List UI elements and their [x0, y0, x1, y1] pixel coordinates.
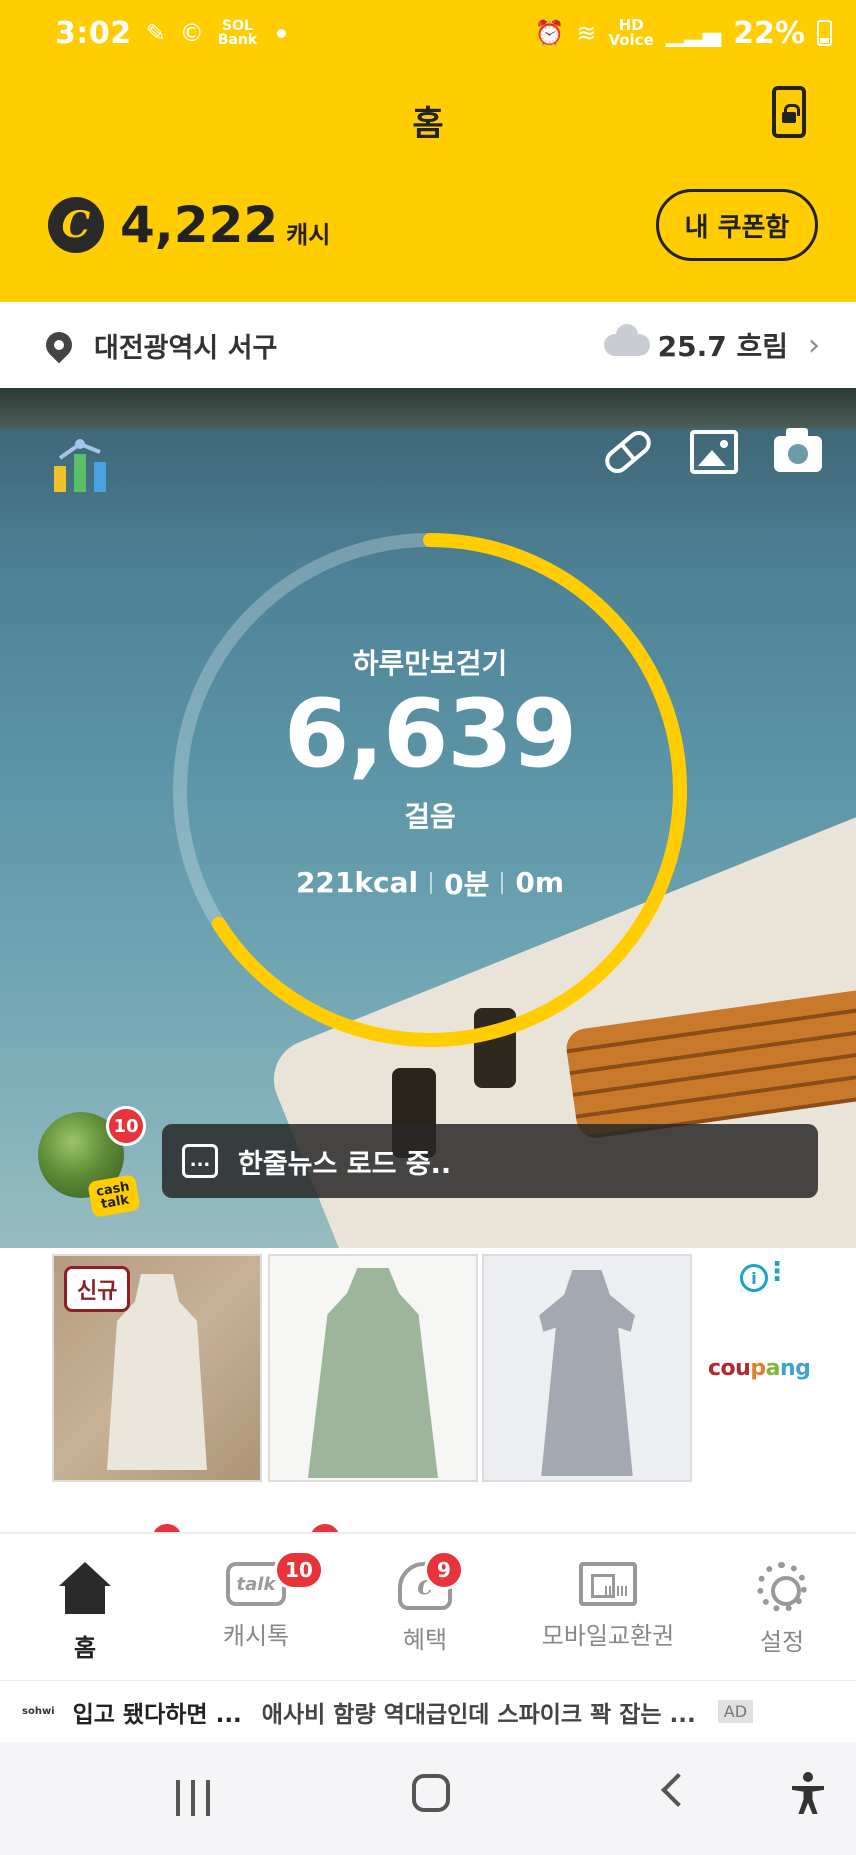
nav-label: 모바일교환권 [541, 1622, 675, 1650]
nav-label: 설정 [759, 1628, 805, 1656]
cashtalk-sticker-icon: cash talk [87, 1174, 141, 1218]
dress-image [308, 1268, 438, 1478]
cloud-icon [603, 324, 650, 356]
coupang-logo: coupang [708, 1356, 811, 1381]
ad-banner[interactable]: 신규 i ⋮ coupang [0, 1248, 856, 1488]
hd-voice-icon: HD Voice [609, 18, 654, 48]
voucher-icon [579, 1562, 637, 1606]
step-challenge-label: 하루만보걷기 [352, 647, 508, 680]
sol-bank-icon: SOL Bank [218, 19, 257, 47]
ad-product-image[interactable] [482, 1254, 692, 1482]
cash-unit: 캐시 [286, 220, 331, 249]
dress-image [539, 1270, 635, 1476]
nav-badge: 9 [424, 1550, 464, 1590]
status-right: ⏰ ≋ HD Voice ▁▂▄ 22% [534, 15, 832, 51]
gear-icon [757, 1562, 807, 1612]
cash-amount: 4,222 [120, 196, 279, 254]
step-counter: 하루만보걷기 6,639 걸음 221kcal 0분 0m [160, 520, 700, 1060]
pedometer-background-photo: 하루만보걷기 6,639 걸음 221kcal 0분 0m 10 cash ta… [0, 388, 856, 1248]
app-header: 홈 C 4,222 캐시 내 쿠폰함 [0, 66, 856, 302]
ad-product-image[interactable]: 신규 [52, 1254, 262, 1482]
battery-percent: 22% [733, 15, 805, 51]
status-bar: 3:02 ✎ © SOL Bank ⏰ ≋ HD Voice ▁▂▄ 22% [0, 0, 856, 66]
wind-hiking-icon: ✎ [145, 19, 166, 47]
cash-balance[interactable]: C 4,222 캐시 [48, 196, 330, 254]
new-badge: 신규 [64, 1266, 131, 1312]
logo-part: cou [708, 1356, 751, 1381]
voice-label: Voice [608, 31, 654, 49]
step-unit: 걸음 [404, 799, 456, 833]
stats-chart-icon[interactable] [50, 436, 112, 496]
nav-benefits[interactable]: c 9 혜택 [342, 1534, 508, 1680]
cashtalk-badge: 10 [106, 1106, 146, 1146]
status-left: 3:02 ✎ © SOL Bank [55, 15, 287, 51]
nav-mobile-voucher[interactable]: 모바일교환권 [508, 1534, 708, 1680]
location-pin-icon [40, 326, 78, 364]
notification-dot-icon [277, 28, 287, 38]
signal-icon: ▁▂▄ [665, 19, 722, 47]
chat-bubble-icon: ... [182, 1144, 218, 1178]
battery-icon [817, 20, 832, 46]
weather-info[interactable]: 25.7 흐림 › [603, 324, 820, 365]
location-bar[interactable]: 대전광역시 서구 25.7 흐림 › [0, 302, 856, 388]
nav-home[interactable]: 홈 [0, 1534, 170, 1680]
chevron-right-icon: › [808, 327, 820, 363]
calories-value: 221kcal [295, 866, 419, 900]
logo-part: ng [779, 1356, 811, 1381]
status-time: 3:02 [55, 15, 132, 51]
nav-label: 혜택 [402, 1626, 448, 1654]
nav-label: 캐시톡 [222, 1622, 290, 1650]
shore-decoration [0, 388, 856, 428]
accessibility-icon[interactable] [790, 1772, 826, 1818]
sol-bank-label: Bank [217, 32, 258, 48]
ad-more-icon[interactable]: ⋮ [764, 1259, 790, 1285]
divider [501, 871, 504, 894]
photo-action-icons [600, 426, 822, 478]
system-home-icon[interactable] [412, 1774, 450, 1812]
ad-tag: AD [717, 1700, 754, 1723]
ad-description: 애사비 함량 역대급인데 스파이크 꽉 잡는 ... [261, 1701, 696, 1728]
lock-screen-icon[interactable] [772, 86, 806, 138]
ad-product-image[interactable] [268, 1254, 478, 1482]
divider [430, 871, 433, 894]
nav-badge: 10 [274, 1550, 324, 1590]
camera-icon[interactable] [774, 428, 822, 472]
home-icon [55, 1562, 115, 1618]
sticker-line-2: talk [99, 1192, 131, 1213]
alarm-icon: ⏰ [534, 19, 565, 47]
gallery-icon[interactable] [690, 430, 738, 474]
nav-cashtalk[interactable]: talk 10 캐시톡 [170, 1534, 342, 1680]
bottom-nav: 홈 talk 10 캐시톡 c 9 혜택 모바일교환권 설정 [0, 1532, 856, 1680]
wifi-icon: ≋ [576, 19, 597, 47]
step-count: 6,639 [283, 680, 577, 789]
step-stats: 221kcal 0분 0m [296, 863, 564, 903]
location-name: 대전광역시 서구 [94, 332, 278, 364]
distance-value: 0m [515, 866, 565, 900]
nav-settings[interactable]: 설정 [708, 1534, 856, 1680]
weather-text: 25.7 흐림 [657, 330, 788, 363]
news-text: 한줄뉴스 로드 중.. [238, 1148, 452, 1180]
hidden-badges-peek [0, 1504, 856, 1554]
one-line-news-bar[interactable]: ... 한줄뉴스 로드 중.. [162, 1124, 818, 1198]
back-icon[interactable] [661, 1773, 695, 1807]
nav-label: 홈 [73, 1634, 97, 1662]
recent-apps-icon[interactable] [176, 1780, 210, 1816]
cash-coin-icon: C [48, 197, 104, 253]
page-title: 홈 [412, 104, 444, 144]
ad-brand: sohwi [22, 1706, 55, 1717]
logo-part: p [750, 1356, 766, 1381]
logo-part: a [765, 1356, 781, 1381]
my-coupon-button[interactable]: 내 쿠폰함 [656, 189, 818, 261]
system-nav-bar [0, 1742, 856, 1855]
pill-icon[interactable] [600, 426, 656, 478]
cash-c-icon: © [179, 19, 204, 47]
ad-title: 입고 됐다하면 ... [72, 1701, 242, 1728]
minutes-value: 0분 [444, 867, 490, 901]
text-ad[interactable]: sohwi 입고 됐다하면 ... 애사비 함량 역대급인데 스파이크 꽉 잡는… [0, 1680, 856, 1742]
